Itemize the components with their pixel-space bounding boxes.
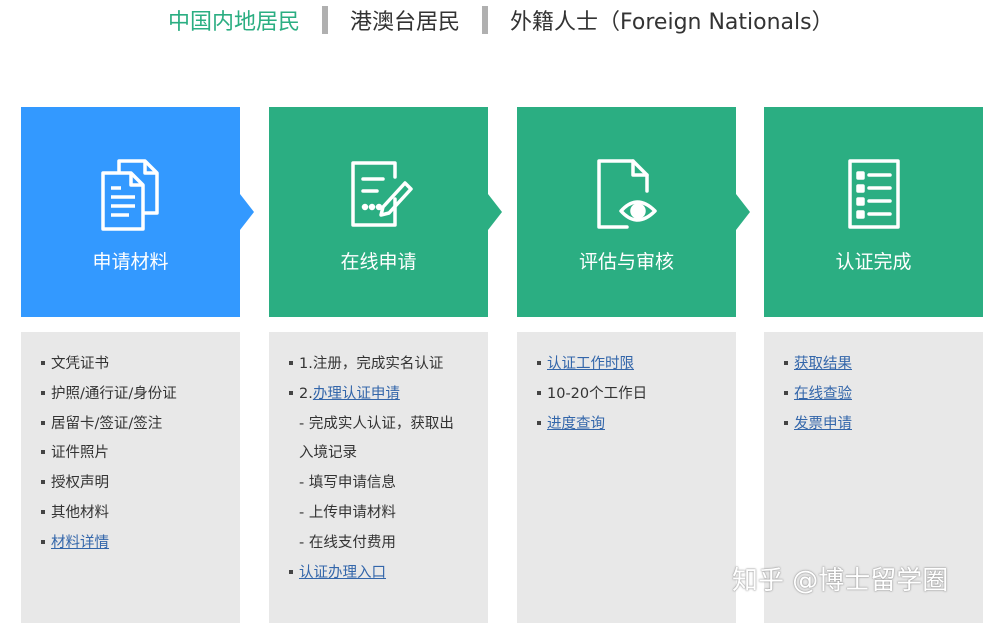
- bullet: [289, 569, 293, 574]
- bullet: [784, 361, 788, 365]
- step-arrow: [488, 194, 502, 230]
- list-item: 材料详情: [41, 529, 232, 559]
- processing-time-link[interactable]: 认证工作时限: [547, 356, 634, 372]
- list-item: 2.办理认证申请: [289, 380, 480, 410]
- step-label: 评估与审核: [578, 251, 674, 273]
- tab-divider: [482, 6, 489, 34]
- step-online-apply: 在线申请: [269, 107, 488, 317]
- panel-assessment: 认证工作时限 10-20个工作日 进度查询: [517, 332, 736, 623]
- bullet: [41, 480, 45, 485]
- list-item: 10-20个工作日: [537, 380, 728, 410]
- list-item: 证件照片: [41, 439, 232, 469]
- list-subitem: - 上传申请材料: [299, 504, 396, 521]
- list-item: 认证办理入口: [289, 559, 480, 589]
- bullet: [41, 361, 45, 365]
- list-item: 其他材料: [41, 499, 232, 529]
- documents-icon: [21, 155, 240, 235]
- list-subitem: - 填写申请信息: [299, 475, 396, 492]
- list-subitem: - 在线支付费用: [299, 534, 396, 551]
- bullet: [41, 450, 45, 455]
- panel-materials: 文凭证书 护照/通行证/身份证 居留卡/签证/签注 证件照片 授权声明 其他材料…: [21, 332, 240, 623]
- checklist-icon: [764, 155, 983, 235]
- bullet: [537, 361, 541, 365]
- tab-foreign-nationals[interactable]: 外籍人士（Foreign Nationals）: [510, 4, 834, 36]
- apply-certification-link[interactable]: 办理认证申请: [313, 386, 400, 402]
- bullet: [537, 420, 541, 425]
- invoice-request-link[interactable]: 发票申请: [794, 416, 852, 432]
- bullet: [784, 390, 788, 395]
- document-eye-icon: [517, 155, 736, 235]
- material-details-link[interactable]: 材料详情: [51, 535, 109, 551]
- panel-online-apply: 1.注册，完成实名认证 2.办理认证申请 - 完成实人认证，获取出 入境记录 -…: [269, 332, 488, 623]
- progress-query-link[interactable]: 进度查询: [547, 416, 605, 432]
- residence-tabs: 中国内地居民 港澳台居民 外籍人士（Foreign Nationals）: [168, 0, 834, 40]
- bullet: [289, 390, 293, 395]
- bullet: [41, 539, 45, 544]
- step-apply-materials: 申请材料: [21, 107, 240, 317]
- list-item: 认证工作时限: [537, 350, 728, 380]
- list-item: 获取结果: [784, 350, 975, 380]
- form-edit-icon: [269, 155, 488, 235]
- bullet: [289, 361, 293, 365]
- bullet: [41, 390, 45, 395]
- step-complete: 认证完成: [764, 107, 983, 317]
- list-subitem: - 完成实人认证，获取出: [299, 415, 454, 432]
- watermark: 知乎 @博士留学圈: [732, 566, 949, 596]
- step-label: 认证完成: [835, 251, 912, 273]
- step-arrow: [240, 194, 254, 230]
- step-assessment: 评估与审核: [517, 107, 736, 317]
- tab-mainland[interactable]: 中国内地居民: [168, 4, 300, 36]
- list-item: 1.注册，完成实名认证: [289, 350, 480, 380]
- list-item: 文凭证书: [41, 350, 232, 380]
- step-label: 在线申请: [340, 251, 417, 273]
- list-item: 在线查验: [784, 380, 975, 410]
- list-item: 居留卡/签证/签注: [41, 410, 232, 440]
- certification-entry-link[interactable]: 认证办理入口: [299, 565, 386, 581]
- list-item: 进度查询: [537, 410, 728, 440]
- list-item: 授权声明: [41, 469, 232, 499]
- bullet: [784, 420, 788, 425]
- list-subitem: 入境记录: [299, 445, 357, 462]
- list-item: 发票申请: [784, 410, 975, 440]
- get-results-link[interactable]: 获取结果: [794, 356, 852, 372]
- step-arrow: [736, 194, 750, 230]
- bullet: [537, 390, 541, 395]
- list-item: 护照/通行证/身份证: [41, 380, 232, 410]
- tab-divider: [322, 6, 329, 34]
- bullet: [41, 420, 45, 425]
- online-verify-link[interactable]: 在线查验: [794, 386, 852, 402]
- bullet: [41, 509, 45, 514]
- step-label: 申请材料: [92, 251, 169, 273]
- tab-hk-macao-taiwan[interactable]: 港澳台居民: [350, 4, 460, 36]
